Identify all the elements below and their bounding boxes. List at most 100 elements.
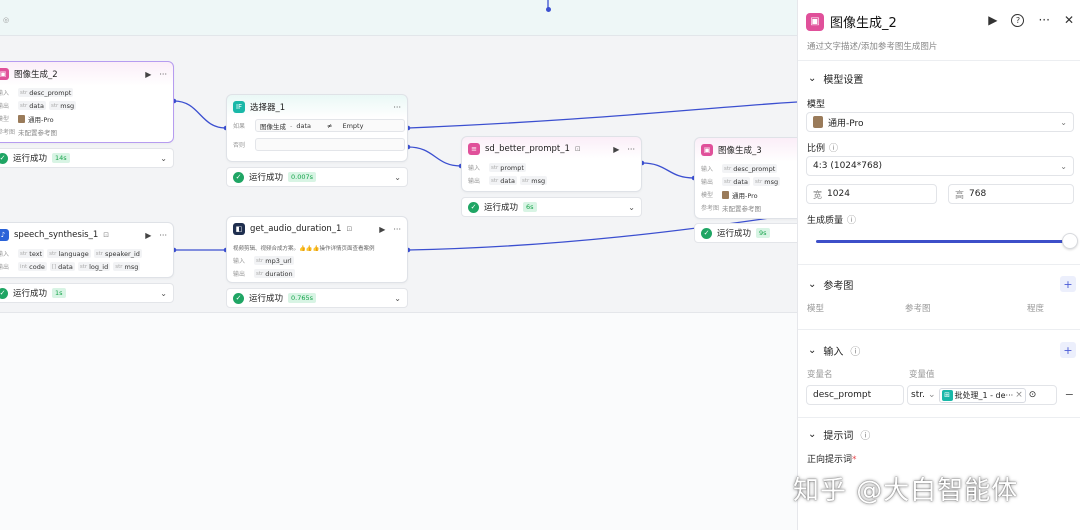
quality-slider-track[interactable] (816, 240, 1064, 243)
ref-label: 参考图 (701, 205, 720, 212)
node-title: speech_synthesis_1 (14, 230, 99, 240)
section-model-settings[interactable]: ⌄ 模型设置 (808, 71, 863, 86)
chevron-down-icon[interactable]: ⌄ (628, 203, 635, 212)
status-text: 运行成功 (249, 294, 284, 304)
chevron-down-icon[interactable]: ⌄ (160, 154, 167, 163)
model-label: 模型 (807, 100, 826, 110)
more-icon[interactable]: ··· (159, 70, 167, 79)
if-icon: IF (233, 101, 245, 113)
node-title: 图像生成_3 (718, 146, 762, 156)
param-chip: str mp3_url (254, 256, 294, 265)
time-badge: 6s (523, 202, 537, 212)
param-chip: str prompt (489, 163, 526, 172)
output-label: 输出 (0, 264, 10, 271)
reference-tag[interactable]: ⊞ 批处理_1 - de··· × (938, 387, 1026, 403)
add-reference-button[interactable]: + (1060, 276, 1076, 292)
status-text: 运行成功 (717, 229, 752, 239)
if-label: 如果 (233, 123, 246, 130)
status-bar[interactable]: ✓ 运行成功 0.765s ⌄ (226, 288, 408, 308)
condition-field[interactable]: 图像生成 - data ≠ Empty (255, 119, 405, 132)
more-icon[interactable]: ··· (159, 231, 167, 240)
close-icon[interactable]: ✕ (1064, 13, 1074, 27)
workflow-canvas[interactable]: ◎ ▣ 图像生成_2 ▶ ··· 输入 str desc_prompt 输出 str da… (0, 0, 797, 530)
status-text: 运行成功 (13, 154, 48, 164)
ref-value: 未配置参考图 (18, 128, 57, 137)
section-reference-image[interactable]: ⌄ 参考图 (808, 277, 853, 292)
param-chip: str duration (254, 269, 295, 278)
remove-input-button[interactable]: − (1065, 388, 1074, 401)
plugin-icon: ⊡ (346, 225, 353, 233)
batch-icon: ⊞ (941, 389, 953, 401)
type-select[interactable]: str. (911, 390, 925, 400)
quality-slider-handle[interactable] (1062, 233, 1078, 249)
chevron-down-icon[interactable]: ⌄ (160, 289, 167, 298)
node-sd-better-prompt-1[interactable]: ≡ sd_better_prompt_1 ⊡ ▶ ··· 输入 str prompt … (461, 136, 642, 192)
section-input[interactable]: ⌄ 输入 ⓘ (808, 343, 860, 358)
chevron-down-icon[interactable]: ⌄ (394, 294, 401, 303)
chevron-down-icon: ⌄ (808, 345, 817, 356)
model-select[interactable]: 通用-Pro ⌄ (806, 112, 1074, 132)
ratio-select[interactable]: 4:3 (1024*768) ⌄ (806, 156, 1074, 176)
time-badge: 0.007s (288, 172, 317, 182)
var-name-input[interactable]: desc_prompt (806, 385, 904, 405)
ref-label: 参考图 (0, 129, 16, 136)
input-label: 输入 (701, 166, 714, 173)
node-image-gen-2[interactable]: ▣ 图像生成_2 ▶ ··· 输入 str desc_prompt 输出 str data… (0, 61, 174, 143)
image-icon: ▣ (0, 68, 9, 80)
ratio-label: 比例 ⓘ (807, 141, 838, 154)
input-label: 输入 (0, 90, 10, 97)
column-header: 程度 (1027, 304, 1045, 314)
chevron-down-icon: ⌄ (1060, 117, 1067, 127)
status-bar[interactable]: ✓ 运行成功 9s (694, 223, 797, 243)
status-text: 运行成功 (249, 173, 284, 183)
param-chip: str msg (48, 101, 77, 110)
node-get-audio-duration-1[interactable]: ◧ get_audio_duration_1 ⊡ ▶ ··· 视频剪辑、视频合成方… (226, 216, 408, 283)
else-field[interactable] (255, 138, 405, 151)
node-image-gen-3[interactable]: ▣ 图像生成_3 输入 str desc_prompt 输出 str data str ms… (694, 137, 797, 219)
status-bar[interactable]: ✓ 运行成功 1s ⌄ (0, 283, 174, 303)
prompt-icon: ≡ (468, 143, 480, 155)
more-icon[interactable]: ··· (393, 103, 401, 112)
more-icon[interactable]: ··· (627, 145, 635, 154)
help-icon[interactable]: ? (1011, 13, 1025, 27)
run-icon[interactable]: ▶ (379, 225, 385, 234)
more-icon[interactable]: ··· (393, 225, 401, 234)
input-label: 输入 (233, 258, 246, 265)
status-bar[interactable]: ✓ 运行成功 14s ⌄ (0, 148, 174, 168)
input-label: 输入 (0, 251, 10, 258)
height-input[interactable]: 高 768 (948, 184, 1074, 204)
chevron-down-icon[interactable]: ⌄ (394, 173, 401, 182)
run-icon[interactable]: ▶ (613, 145, 619, 154)
status-bar[interactable]: ✓ 运行成功 0.007s ⌄ (226, 167, 408, 187)
info-icon: ⓘ (860, 431, 871, 442)
plugin-icon: ⊡ (103, 231, 110, 239)
status-bar[interactable]: ✓ 运行成功 6s ⌄ (461, 197, 642, 217)
param-chip: str msg (519, 176, 548, 185)
plugin-icon: ⊡ (574, 145, 581, 153)
check-icon: ✓ (233, 292, 244, 304)
run-icon[interactable]: ▶ (145, 70, 151, 79)
add-input-button[interactable]: + (1060, 342, 1076, 358)
else-label: 否则 (233, 142, 246, 149)
variable-picker-icon[interactable]: ⊙ (1029, 390, 1037, 400)
model-thumb-icon (18, 114, 25, 123)
panel-description: 通过文字描述/添加参考图生成图片 (807, 42, 938, 52)
var-value-field[interactable]: str. ⌄ ⊞ 批处理_1 - de··· × ⊙ (907, 385, 1057, 405)
node-title: get_audio_duration_1 (250, 224, 342, 234)
section-prompt[interactable]: ⌄ 提示词 ⓘ (808, 427, 870, 442)
chevron-down-icon: ⌄ (808, 279, 817, 290)
divider (798, 329, 1080, 330)
close-icon[interactable]: × (1015, 390, 1023, 400)
node-speech-synthesis-1[interactable]: ♪ speech_synthesis_1 ⊡ ▶ ··· 输入 str text str… (0, 222, 174, 278)
speech-icon: ♪ (0, 229, 9, 241)
info-icon: ⓘ (850, 347, 861, 358)
status-text: 运行成功 (13, 289, 48, 299)
column-header: 变量名 (807, 370, 833, 380)
run-icon[interactable]: ▶ (145, 231, 151, 240)
more-icon[interactable]: ··· (1038, 13, 1049, 27)
node-selector-1[interactable]: IF 选择器_1 ··· 如果 图像生成 - data ≠ Empty 否则 (226, 94, 408, 162)
output-label: 输出 (0, 103, 10, 110)
run-icon[interactable]: ▶ (988, 13, 997, 27)
width-input[interactable]: 宽 1024 (806, 184, 937, 204)
param-chip: [] data (49, 262, 75, 271)
